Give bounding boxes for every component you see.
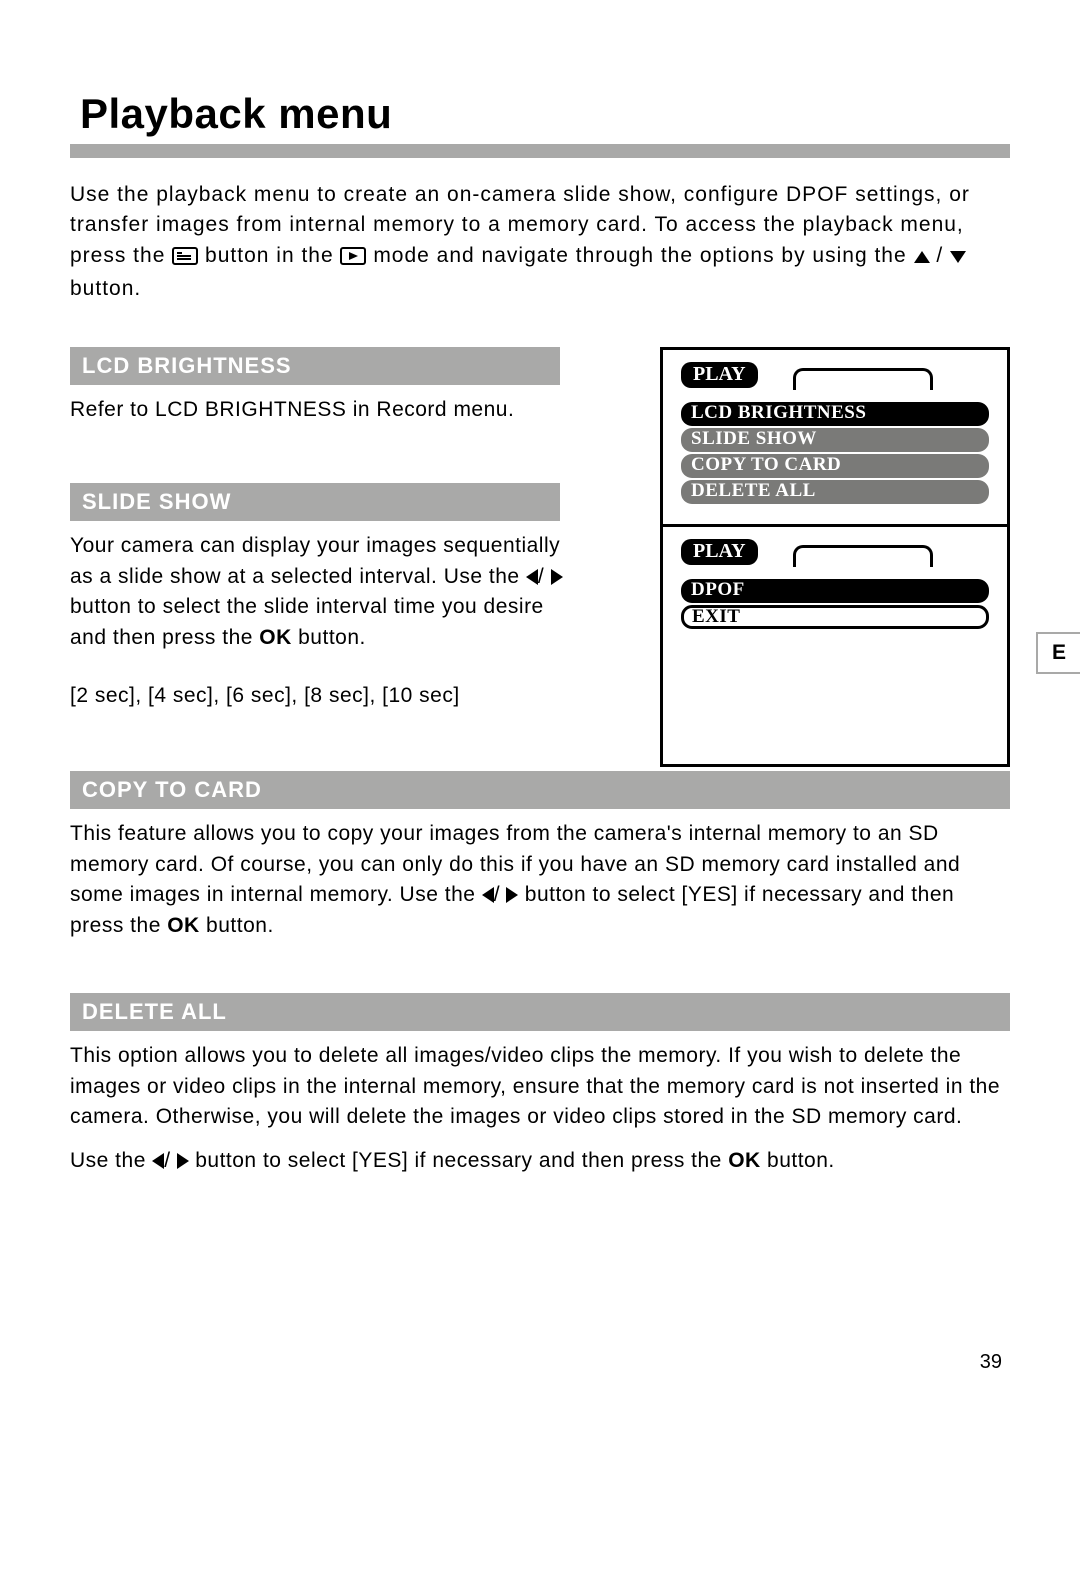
section-heading-slide-show: SLIDE SHOW [70,483,560,521]
right-arrow-icon [177,1153,189,1169]
delete-all-body-1: This option allows you to delete all ima… [70,1041,1010,1132]
lcd-menu-item: LCD BRIGHTNESS [681,402,989,426]
slide-show-intervals: [2 sec], [4 sec], [6 sec], [8 sec], [10 … [70,681,580,711]
lcd-tab-label: PLAY [681,362,758,388]
down-arrow-icon [950,251,966,263]
lcd-brightness-body: Refer to LCD BRIGHTNESS in Record menu. [70,395,580,425]
up-arrow-icon [914,251,930,263]
section-heading-delete-all: DELETE ALL [70,993,1010,1031]
left-arrow-icon [526,569,538,585]
left-arrow-icon [152,1153,164,1169]
lcd-menu-item: SLIDE SHOW [681,428,989,452]
lcd-menu-item: COPY TO CARD [681,454,989,478]
delete-all-body-2: Use the / button to select [YES] if nece… [70,1146,1010,1176]
slide-show-body: Your camera can display your images sequ… [70,531,580,653]
left-arrow-icon [482,887,494,903]
lcd-menu-item: DELETE ALL [681,480,989,504]
section-heading-copy-to-card: COPY TO CARD [70,771,1010,809]
lcd-tab-label: PLAY [681,539,758,565]
lcd-screen-top: PLAY LCD BRIGHTNESS SLIDE SHOW COPY TO C… [660,347,1010,527]
playback-mode-icon [340,244,366,274]
page-title: Playback menu [70,90,1010,144]
lcd-illustration: PLAY LCD BRIGHTNESS SLIDE SHOW COPY TO C… [660,347,1010,767]
right-arrow-icon [506,887,518,903]
title-underline [70,144,1010,158]
page-number: 39 [980,1351,1002,1374]
copy-to-card-body: This feature allows you to copy your ima… [70,819,1010,941]
lcd-menu-item: DPOF [681,579,989,603]
lcd-menu-item: EXIT [681,605,989,629]
intro-paragraph: Use the playback menu to create an on-ca… [70,180,1010,305]
side-tab-language: E [1036,632,1080,674]
lcd-screen-bottom: PLAY DPOF EXIT [660,527,1010,767]
menu-icon [172,244,198,274]
section-heading-lcd-brightness: LCD BRIGHTNESS [70,347,560,385]
right-arrow-icon [551,569,563,585]
